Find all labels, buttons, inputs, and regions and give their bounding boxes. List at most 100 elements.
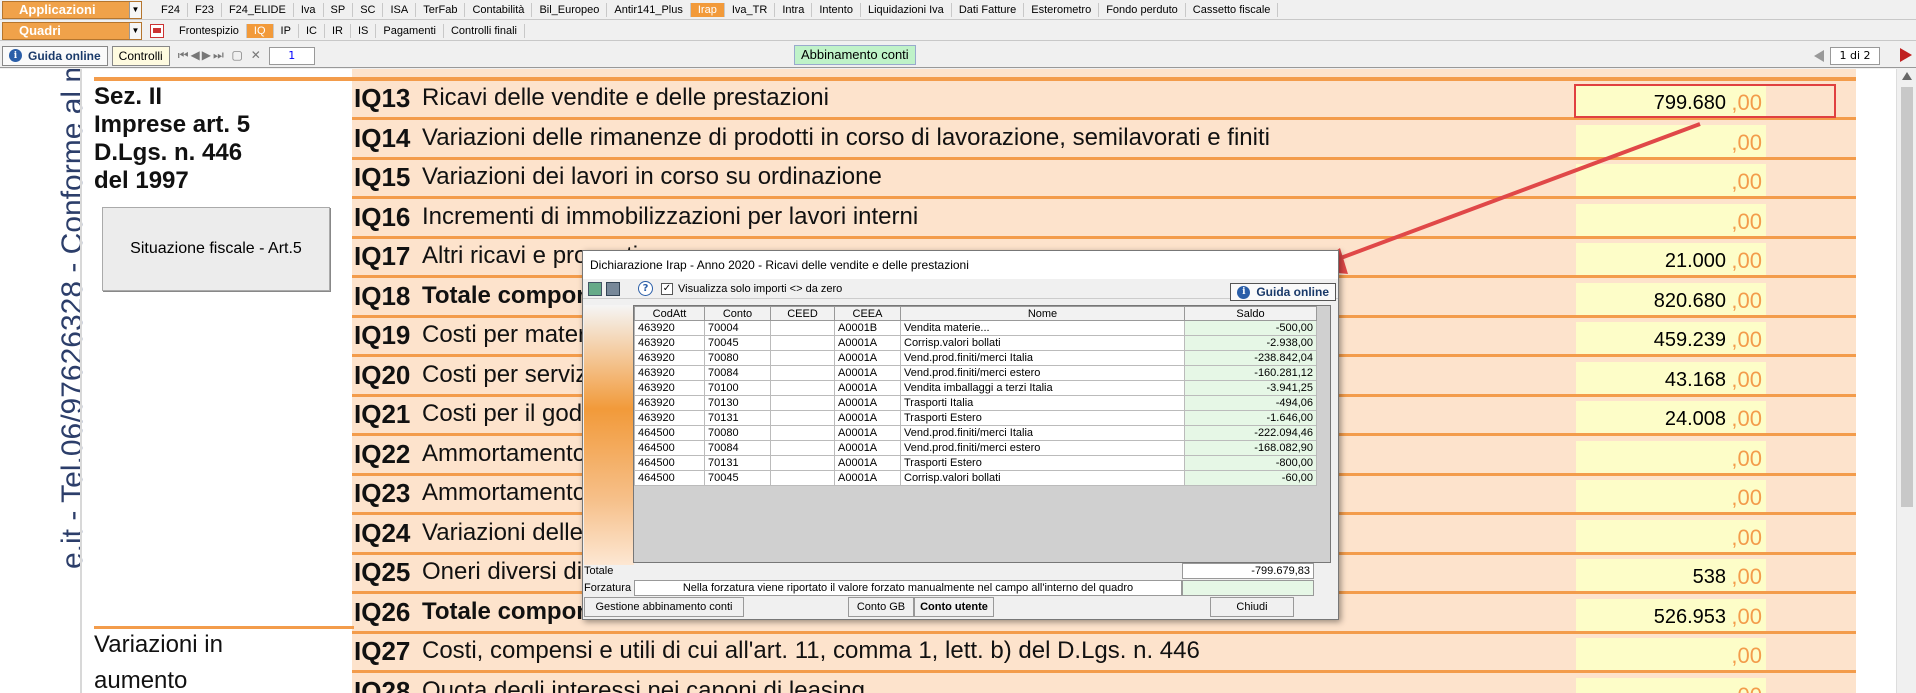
subtab-iq[interactable]: IQ [246,23,274,38]
tab-esterometro[interactable]: Esterometro [1024,2,1100,17]
prev-page-icon[interactable] [1814,50,1824,62]
vertical-scrollbar[interactable] [1896,69,1916,693]
export-icon[interactable] [588,281,602,296]
table-cell [770,470,835,486]
column-header[interactable]: Conto [704,306,771,321]
tab-iva[interactable]: Iva [294,2,324,17]
table-row[interactable]: 463920 70080 A0001A Vend.prod.finiti/merci … [634,350,1317,366]
row-value-field[interactable]: ,00 [1576,638,1766,670]
subtab-ic[interactable]: IC [299,23,325,38]
row-label: Costi per servizi [422,360,593,388]
table-row[interactable]: 463920 70004 A0001B Vendita materie... -500,… [634,320,1317,336]
guida-label: Guida online [1256,285,1329,299]
info-icon: i [1237,285,1251,299]
table-row[interactable]: 464500 70131 A0001A Trasporti Estero -800,00 [634,455,1317,471]
column-header[interactable]: CodAtt [634,306,705,321]
chiudi-button[interactable]: Chiudi [1210,597,1294,617]
applicazioni-select[interactable]: Applicazioni ▼ [2,0,142,19]
subtab-controlli-finali[interactable]: Controlli finali [444,23,525,38]
tab-sp[interactable]: SP [324,2,354,17]
chevron-down-icon[interactable]: ▼ [129,1,141,18]
column-header[interactable]: Saldo [1184,306,1317,321]
table-row[interactable]: 463920 70045 A0001A Corrisp.valori bollati -… [634,335,1317,351]
chevron-down-icon[interactable]: ▼ [129,22,141,39]
table-cell: Trasporti Estero [900,455,1185,471]
tab-liquidazioni-iva[interactable]: Liquidazioni Iva [861,2,952,17]
totale-value: -799.679,83 [1182,563,1314,579]
forzatura-input[interactable] [1182,580,1314,596]
row-value-field[interactable]: 538,00 [1576,559,1766,591]
table-row[interactable]: 463920 70100 A0001A Vendita imballaggi a te… [634,380,1317,396]
quadri-tabs: Frontespizio IQ IP IC IR IS Pagamenti Controlli… [172,23,525,38]
table-row[interactable]: 463920 70084 A0001A Vend.prod.finiti/merci … [634,365,1317,381]
table-row[interactable]: 464500 70084 A0001A Vend.prod.finiti/merci … [634,440,1317,456]
tab-fondo-perduto[interactable]: Fondo perduto [1099,2,1186,17]
tab-irap[interactable]: Irap [690,2,725,17]
table-cell: A0001A [834,455,901,471]
tab-iva-tr[interactable]: Iva_TR [725,2,776,17]
tab-sc[interactable]: SC [353,2,384,17]
table-row[interactable]: 463920 70131 A0001A Trasporti Estero -1.646,… [634,410,1317,426]
tab-isa[interactable]: ISA [383,2,417,17]
controlli-button[interactable]: Controlli [111,45,170,66]
tab-contabilit-[interactable]: Contabilità [465,2,533,17]
guida-label: Guida online [28,48,101,63]
dialog-toolbar: ? ✓ Visualizza solo importi <> da zero [583,279,1338,299]
row-decimals: ,00 [1731,564,1762,589]
page-nav-icons[interactable]: ⏮◀▶⏭ ▢ ✕ [178,48,263,63]
scroll-up-icon[interactable] [1902,72,1912,80]
scrollbar-thumb[interactable] [1901,87,1913,507]
row-value-field[interactable]: 43.168,00 [1576,361,1766,394]
subtab-is[interactable]: IS [351,23,377,38]
importi-checkbox[interactable]: ✓ [661,282,673,295]
table-row[interactable]: 463920 70130 A0001A Trasporti Italia -494,06 [634,395,1317,411]
gestione-abbinamento-button[interactable]: Gestione abbinamento conti [584,597,744,617]
tab-antir141-plus[interactable]: Antir141_Plus [607,2,691,17]
dialog-title: Dichiarazione Irap - Anno 2020 - Ricavi … [583,251,1338,279]
subtab-frontespizio[interactable]: Frontespizio [172,23,247,38]
table-row[interactable]: 464500 70080 A0001A Vend.prod.finiti/merci … [634,425,1317,441]
table-cell: -238.842,04 [1184,350,1317,366]
tab-dati-fatture[interactable]: Dati Fatture [952,2,1025,17]
guida-online-button[interactable]: i Guida online [2,45,108,66]
column-header[interactable]: Nome [900,306,1185,321]
row-value-field[interactable]: 21.000,00 [1576,243,1766,275]
row-value-field[interactable]: 24.008,00 [1576,401,1766,433]
column-header[interactable]: CEED [770,306,835,321]
situazione-fiscale-button[interactable]: Situazione fiscale - Art.5 [102,207,330,291]
subtab-pagamenti[interactable]: Pagamenti [376,23,444,38]
row-value-field[interactable]: 820.680,00 [1576,282,1766,315]
next-page-icon[interactable] [1900,48,1912,62]
abbinamento-conti-button[interactable]: Abbinamento conti [794,45,916,65]
conto-gb-button[interactable]: Conto GB [848,597,914,617]
column-header[interactable]: CEEA [834,306,901,321]
conto-utente-button[interactable]: Conto utente [914,597,994,617]
subtab-ir[interactable]: IR [325,23,351,38]
row-value-field[interactable]: ,00 [1576,677,1766,693]
print-icon[interactable] [606,281,620,296]
dialog-guida-button[interactable]: i Guida online [1230,283,1336,301]
row-value-field[interactable]: 526.953,00 [1576,598,1766,631]
pdf-icon[interactable] [150,23,164,38]
table-row[interactable]: 464500 70045 A0001A Corrisp.valori bollati -… [634,470,1317,486]
row-value-field[interactable]: ,00 [1576,164,1766,196]
tab-f24-elide[interactable]: F24_ELIDE [222,2,294,17]
tab-intento[interactable]: Intento [812,2,861,17]
tab-cassetto-fiscale[interactable]: Cassetto fiscale [1186,2,1279,17]
row-value-field[interactable]: 459.239,00 [1576,322,1766,354]
tab-f23[interactable]: F23 [188,2,222,17]
subtab-ip[interactable]: IP [274,23,299,38]
tab-intra[interactable]: Intra [775,2,813,17]
row-value-field[interactable]: ,00 [1576,440,1766,473]
quadri-select[interactable]: Quadri ▼ [2,21,142,40]
row-value-field[interactable]: ,00 [1576,124,1766,157]
tab-terfab[interactable]: TerFab [416,2,466,17]
row-value-field[interactable]: ,00 [1576,480,1766,512]
tab-bil-europeo[interactable]: Bil_Europeo [532,2,608,17]
page-input[interactable]: 1 [268,46,315,65]
row-value-field[interactable]: ,00 [1576,203,1766,236]
table-cell: Vend.prod.finiti/merci estero [900,440,1185,456]
row-value-field[interactable]: ,00 [1576,519,1766,552]
tab-f24[interactable]: F24 [154,2,188,17]
help-icon[interactable]: ? [638,281,653,296]
